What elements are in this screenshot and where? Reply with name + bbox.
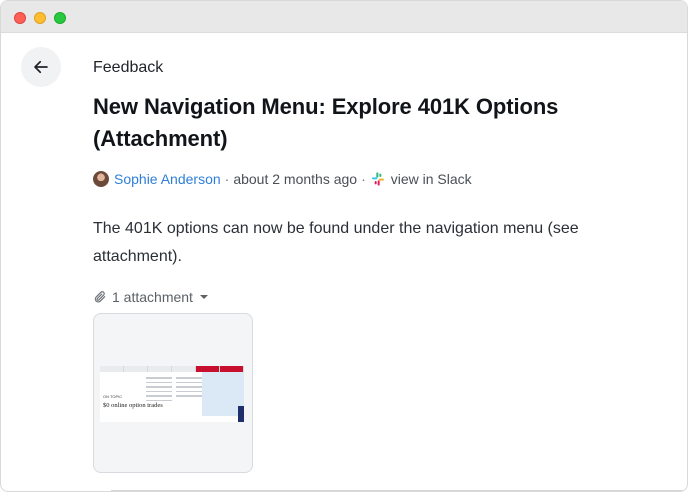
post-content: Feedback New Navigation Menu: Explore 40…	[93, 57, 663, 473]
title-bar	[1, 1, 687, 33]
attachments-toggle[interactable]: 1 attachment	[93, 287, 663, 307]
preview-big-text: $0 online option trades	[103, 402, 163, 409]
paperclip-icon	[94, 291, 106, 303]
author-link[interactable]: Sophie Anderson	[114, 171, 221, 187]
post-title: New Navigation Menu: Explore 401K Option…	[93, 94, 559, 151]
preview-small-text: ON TOPIC	[103, 394, 123, 399]
minimize-window-button[interactable]	[34, 12, 46, 24]
meta-separator: ·	[361, 171, 366, 187]
close-window-button[interactable]	[14, 12, 26, 24]
app-window: Feedback New Navigation Menu: Explore 40…	[0, 0, 688, 492]
post-body: The 401K options can now be found under …	[93, 220, 579, 265]
attachment-preview-image: ON TOPIC $0 online option trades	[100, 366, 244, 422]
attachment-thumbnail[interactable]: ON TOPIC $0 online option trades	[93, 313, 253, 473]
back-button[interactable]	[21, 47, 61, 87]
meta-separator: ·	[224, 171, 230, 187]
maximize-window-button[interactable]	[54, 12, 66, 24]
view-in-slack-link[interactable]: view in Slack	[391, 171, 472, 187]
caret-down-icon	[199, 295, 208, 299]
attachments-count-label: 1 attachment	[112, 289, 193, 305]
post-timestamp: about 2 months ago	[233, 171, 358, 187]
post-meta: Sophie Anderson · about 2 months ago · v…	[93, 169, 663, 189]
slack-icon	[371, 172, 384, 186]
post-category: Feedback	[93, 59, 164, 76]
author-avatar[interactable]	[93, 171, 109, 187]
arrow-left-icon	[34, 60, 48, 74]
divider	[111, 490, 687, 491]
